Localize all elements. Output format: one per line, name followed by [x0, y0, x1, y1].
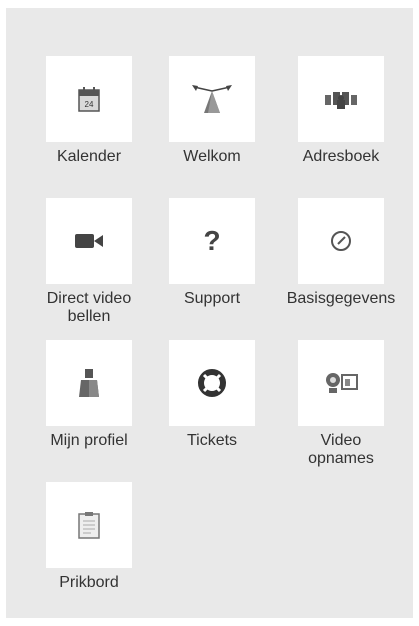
tile-welkom[interactable]: Welkom — [147, 56, 277, 166]
tile-prikbord-label: Prikbord — [59, 574, 119, 591]
tile-welkom-box[interactable] — [169, 56, 255, 142]
welcome-signpost-icon — [192, 85, 232, 113]
tile-video-opnames-box[interactable] — [298, 340, 384, 426]
clipboard-icon — [78, 512, 100, 539]
tile-direct-video-label: Direct video bellen — [46, 290, 132, 325]
tile-adresboek[interactable]: Adresboek — [276, 56, 406, 166]
tile-direct-video-box[interactable] — [46, 198, 132, 284]
tile-basisgegevens[interactable]: Basisgegevens — [276, 198, 406, 308]
tile-mijn-profiel-label: Mijn profiel — [50, 432, 128, 449]
tile-kalender-label: Kalender — [56, 148, 122, 165]
tile-video-opnames[interactable]: Video opnames — [276, 340, 406, 468]
tile-prikbord-box[interactable] — [46, 482, 132, 568]
tile-adresboek-label: Adresboek — [302, 148, 380, 165]
tile-tickets-label: Tickets — [186, 432, 238, 449]
video-camera-icon — [75, 234, 103, 248]
tile-kalender-box[interactable]: 24 — [46, 56, 132, 142]
tile-basisgegevens-box[interactable] — [298, 198, 384, 284]
tile-prikbord[interactable]: Prikbord — [24, 482, 154, 592]
webcam-recording-icon — [326, 373, 358, 393]
calendar-icon: 24 — [78, 87, 100, 112]
tile-basisgegevens-label: Basisgegevens — [286, 290, 396, 307]
tile-tickets-box[interactable] — [169, 340, 255, 426]
tile-support[interactable]: ? Support — [147, 198, 277, 308]
tile-mijn-profiel-box[interactable] — [46, 340, 132, 426]
tile-support-box[interactable]: ? — [169, 198, 255, 284]
tile-support-label: Support — [183, 290, 241, 307]
tile-video-opnames-label: Video opnames — [308, 432, 374, 467]
tile-kalender[interactable]: 24 Kalender — [24, 56, 154, 166]
app-grid-panel: 24 Kalender Welkom Adresboek Direct vide… — [6, 8, 413, 618]
tile-mijn-profiel[interactable]: Mijn profiel — [24, 340, 154, 450]
tile-direct-video-bellen[interactable]: Direct video bellen — [24, 198, 154, 326]
calendar-day-text: 24 — [85, 100, 94, 109]
tile-adresboek-box[interactable] — [298, 56, 384, 142]
question-mark-icon: ? — [203, 225, 221, 256]
tile-tickets[interactable]: Tickets — [147, 340, 277, 450]
lifebuoy-icon — [198, 369, 226, 397]
compass-icon — [331, 231, 351, 251]
address-book-icon — [325, 92, 357, 109]
tile-welkom-label: Welkom — [183, 148, 241, 165]
user-profile-icon — [79, 369, 99, 397]
